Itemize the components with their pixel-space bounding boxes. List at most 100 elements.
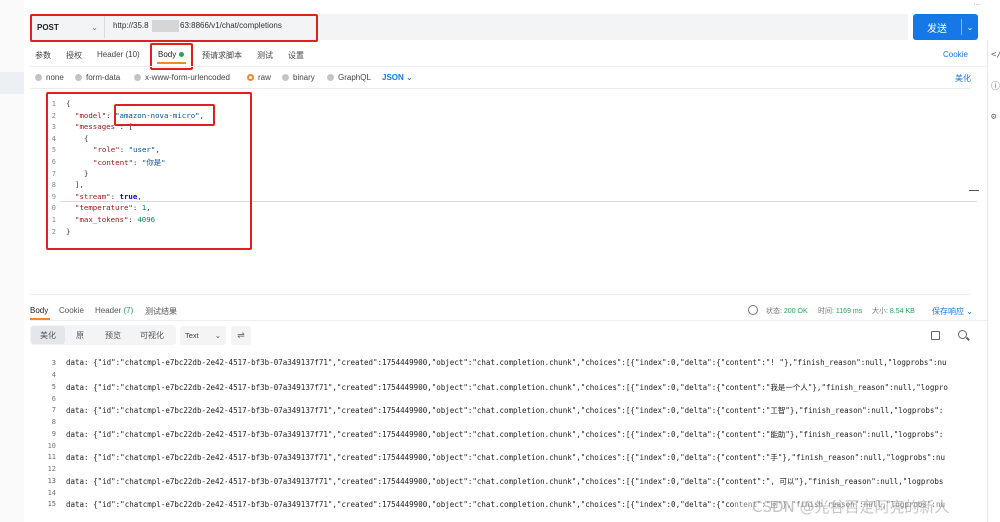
send-button[interactable]: 发送 ⌄ (913, 14, 978, 40)
radio-binary[interactable]: binary (282, 73, 315, 82)
editor-scrollbar[interactable] (969, 190, 979, 191)
status-label: 状态: (766, 308, 782, 315)
response-line-number: 7 (51, 406, 56, 414)
view-mode-pretty[interactable]: 美化 (40, 330, 56, 341)
size-readout: 大小: 8.54 KB (872, 306, 915, 316)
annotation-box-model (114, 104, 215, 126)
radio-circle (282, 74, 289, 81)
resp-tab-body[interactable]: Body (30, 306, 48, 315)
status-readout: 状态: 200 OK (766, 306, 808, 316)
response-line-number: 11 (47, 453, 56, 461)
response-line: 3 data: {"id":"chatcmpl-e7bc22db-2e42-451… (30, 356, 987, 370)
save-response-button[interactable]: 保存响应 ⌄ (932, 306, 973, 317)
gear-icon[interactable]: ⚙ (991, 112, 1000, 122)
search-icon[interactable] (958, 330, 967, 339)
send-label: 发送 (927, 23, 947, 35)
left-sidebar-strip (0, 0, 24, 522)
response-line-number: 4 (51, 371, 56, 379)
response-line-number: 10 (47, 441, 56, 450)
chevron-down-icon: ⌄ (214, 331, 221, 340)
radio-circle (134, 74, 141, 81)
radio-label: raw (258, 73, 271, 82)
size-label: 大小: (872, 308, 888, 315)
response-line-text: data: {"id":"chatcmpl-e7bc22db-2e42-4517… (66, 358, 947, 367)
radio-circle (75, 74, 82, 81)
radio-raw[interactable]: raw (247, 73, 271, 82)
status-value: 200 OK (783, 308, 808, 315)
response-line-number: 8 (51, 418, 56, 426)
radio-circle (327, 74, 334, 81)
tab-settings[interactable]: 设置 (288, 50, 304, 61)
radio-label: GraphQL (338, 73, 371, 82)
info-icon[interactable]: ⓘ (991, 82, 1000, 92)
radio-label: form-data (86, 73, 121, 82)
cookie-link[interactable]: Cookie (943, 50, 968, 59)
time-value: 1169 ms (835, 308, 863, 315)
radio-form-data[interactable]: form-data (75, 73, 120, 82)
response-line-number: 3 (51, 359, 56, 367)
tab-auth[interactable]: 授权 (66, 50, 82, 61)
format-select[interactable]: JSON ⌄ (382, 73, 413, 82)
wrap-lines-icon[interactable]: ⇌ (231, 326, 251, 345)
divider (30, 320, 987, 321)
save-response-label: 保存响应 (932, 307, 964, 316)
chevron-down-icon: ⌄ (406, 73, 413, 82)
resp-tab-header-count: (7) (123, 306, 134, 315)
response-line: 7 data: {"id":"chatcmpl-e7bc22db-2e42-451… (30, 403, 987, 417)
divider (30, 66, 987, 67)
response-line-number: 14 (47, 488, 56, 497)
time-label: 时间: (818, 308, 834, 315)
text-format-value: Text (185, 331, 199, 340)
resp-tab-header[interactable]: Header (7) (95, 306, 133, 315)
radio-graphql[interactable]: GraphQL (327, 73, 371, 82)
right-tool-rail: </ ⓘ ⚙ (987, 40, 1000, 522)
view-mode-preview[interactable]: 预览 (105, 330, 121, 341)
response-line: 11 data: {"id":"chatcmpl-e7bc22db-2e42-45… (30, 450, 987, 464)
tab-headers[interactable]: Header (10) (97, 50, 140, 59)
response-line-text: data: {"id":"chatcmpl-e7bc22db-2e42-4517… (66, 453, 945, 462)
sidebar-selected-item[interactable] (0, 72, 24, 94)
watermark: CSDN @光谷百定阿亮的新人 (752, 498, 950, 516)
response-line-number: 15 (47, 500, 56, 508)
radio-urlencoded[interactable]: x-www-form-urlencoded (134, 73, 230, 82)
response-line-text: data: {"id":"chatcmpl-e7bc22db-2e42-4517… (66, 406, 944, 415)
top-strip: ··· (24, 0, 987, 9)
format-value: JSON (382, 73, 404, 82)
response-line-number: 12 (47, 465, 56, 473)
view-mode-visualize[interactable]: 可视化 (140, 330, 164, 341)
response-line: 5 data: {"id":"chatcmpl-e7bc22db-2e42-451… (30, 380, 987, 394)
response-line: 9 data: {"id":"chatcmpl-e7bc22db-2e42-451… (30, 427, 987, 441)
radio-label: binary (293, 73, 315, 82)
response-line-text: data: {"id":"chatcmpl-e7bc22db-2e42-4517… (66, 476, 944, 486)
radio-circle (35, 74, 42, 81)
response-line-text: data: {"id":"chatcmpl-e7bc22db-2e42-4517… (66, 429, 944, 439)
resp-tab-test-results[interactable]: 测试结果 (145, 306, 177, 317)
annotation-box-url (30, 14, 318, 42)
response-line-number: 13 (47, 476, 56, 485)
copy-icon[interactable] (931, 331, 940, 340)
resp-tab-header-label: Header (95, 306, 122, 315)
response-line-number: 9 (51, 429, 56, 438)
more-icon[interactable]: ··· (973, 0, 981, 9)
tab-params[interactable]: 参数 (35, 50, 51, 61)
text-format-select[interactable]: Text ⌄ (180, 326, 226, 345)
response-line-number: 6 (51, 394, 56, 403)
globe-icon[interactable] (748, 305, 758, 315)
size-value: 8.54 KB (889, 308, 915, 315)
code-icon[interactable]: </ (991, 50, 1000, 60)
time-readout: 时间: 1169 ms (818, 306, 862, 316)
radio-label: x-www-form-urlencoded (145, 73, 230, 82)
radio-label: none (46, 73, 64, 82)
beautify-button[interactable]: 美化 (955, 73, 971, 84)
radio-none[interactable]: none (35, 73, 64, 82)
radio-circle-selected (247, 74, 254, 81)
response-line-text: data: {"id":"chatcmpl-e7bc22db-2e42-4517… (66, 382, 948, 392)
response-line: 13 data: {"id":"chatcmpl-e7bc22db-2e42-45… (30, 474, 987, 488)
view-mode-raw[interactable]: 原 (76, 330, 84, 341)
resp-tab-cookie[interactable]: Cookie (59, 306, 84, 315)
response-line-number: 5 (51, 382, 56, 391)
chevron-down-icon: ⌄ (966, 307, 973, 316)
send-dropdown-icon[interactable]: ⌄ (962, 23, 978, 32)
tab-pre-request-script[interactable]: 预请求脚本 (202, 50, 242, 61)
tab-tests[interactable]: 测试 (257, 50, 273, 61)
